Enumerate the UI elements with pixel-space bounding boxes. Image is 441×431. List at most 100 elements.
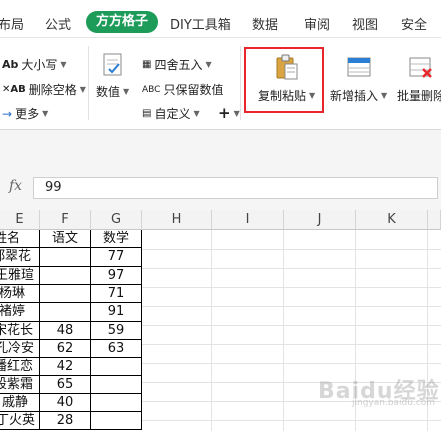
chevron-down-icon: ▼ — [205, 60, 212, 69]
formula-bar-area: fx 99 — [0, 130, 441, 210]
gridline — [142, 249, 441, 250]
gridline — [142, 287, 441, 288]
round-label: 四舍五入 — [154, 58, 203, 72]
column-header-g[interactable]: G — [91, 210, 142, 230]
chevron-down-icon: ▼ — [381, 91, 388, 100]
gridline — [142, 344, 441, 345]
tab-view[interactable]: 视图 — [352, 14, 378, 33]
column-header-i[interactable]: I — [212, 210, 284, 230]
cell-chinese[interactable]: 40 — [40, 393, 90, 412]
tab-formula[interactable]: 公式 — [45, 14, 71, 33]
menu-bar: 布局 公式 方方格子 DIY工具箱 数据 审阅 视图 安全 — [0, 0, 441, 38]
cell-name[interactable]: 孔冷安 — [0, 339, 39, 358]
round-icon: ▦ — [142, 58, 152, 70]
custom-icon: ▤ — [142, 107, 152, 119]
abc-icon: ABC — [142, 84, 161, 95]
column-header-next[interactable] — [428, 210, 441, 230]
cell-name[interactable]: 郑翠花 — [0, 247, 39, 266]
cell-math[interactable] — [91, 357, 141, 376]
custom-label: 自定义 — [154, 107, 191, 121]
column-header-k[interactable]: K — [356, 210, 428, 230]
cell-chinese[interactable]: 65 — [40, 375, 90, 394]
cell-math[interactable]: 71 — [91, 284, 141, 303]
cell-chinese[interactable]: 28 — [40, 411, 90, 430]
cell-name[interactable]: 潘红恋 — [0, 357, 39, 376]
cell-chinese[interactable]: 62 — [40, 339, 90, 358]
add-insert-button[interactable]: 新增插入 ▼ — [330, 54, 387, 104]
cell-math[interactable]: 59 — [91, 321, 141, 340]
ribbon-divider — [88, 46, 89, 120]
batch-delete-button[interactable]: 批量删除 — [397, 54, 441, 104]
batch-delete-label: 批量删除 — [397, 89, 441, 103]
remove-spaces-icon: ✕AB — [2, 83, 26, 95]
chevron-down-icon: ▼ — [193, 109, 200, 118]
cell-chinese[interactable]: 48 — [40, 321, 90, 340]
chevron-down-icon: ▼ — [233, 108, 240, 118]
cell-chinese-header[interactable]: 语文 — [40, 229, 90, 248]
keep-numeric-label: 只保留数值 — [163, 83, 224, 97]
cell-chinese[interactable] — [40, 302, 90, 321]
column-header-e[interactable]: E — [0, 210, 40, 230]
cell-name[interactable]: 段紫霜 — [0, 375, 39, 394]
cell-name[interactable]: 王雅瑄 — [0, 266, 39, 285]
insert-row-icon — [347, 57, 371, 77]
column-header-h[interactable]: H — [142, 210, 212, 230]
chevron-down-icon: ▼ — [42, 109, 49, 118]
more-button[interactable]: → 更多 ▼ — [2, 105, 48, 122]
cell-name[interactable]: 丁火英 — [0, 411, 39, 430]
tab-layout[interactable]: 布局 — [0, 14, 24, 33]
tab-review[interactable]: 审阅 — [304, 14, 330, 33]
gridline — [142, 306, 441, 307]
cell-math[interactable]: 97 — [91, 266, 141, 285]
cell-name[interactable]: 杨琳 — [0, 284, 39, 303]
fx-icon[interactable]: fx — [9, 178, 22, 194]
gridline — [142, 325, 441, 326]
uppercase-button[interactable]: Ab 大小写 ▼ — [2, 56, 67, 73]
cell-chinese[interactable]: 42 — [40, 357, 90, 376]
column-header-f[interactable]: F — [40, 210, 91, 230]
cell-math-header[interactable]: 数学 — [91, 229, 141, 248]
add-insert-label: 新增插入 — [330, 89, 379, 103]
cell-name[interactable]: 褚婷 — [0, 302, 39, 321]
numeric-icon — [103, 53, 122, 76]
tab-data[interactable]: 数据 — [252, 14, 278, 33]
highlight-frame — [244, 47, 324, 113]
cell-math[interactable]: 77 — [91, 247, 141, 266]
round-button[interactable]: ▦ 四舍五入 ▼ — [142, 56, 212, 73]
gridline — [142, 363, 441, 364]
more-label: 更多 — [15, 107, 40, 121]
cell-math[interactable] — [91, 375, 141, 394]
arrow-right-icon: → — [2, 106, 13, 121]
cell-math[interactable]: 63 — [91, 339, 141, 358]
baidu-watermark-url: jingyan.baidu.com — [352, 398, 436, 408]
custom-button[interactable]: ▤ 自定义 ▼ — [142, 105, 200, 122]
cell-chinese[interactable] — [40, 266, 90, 285]
cell-name-header[interactable]: 姓名 — [0, 229, 39, 248]
formula-input[interactable]: 99 — [33, 177, 438, 199]
keep-numeric-button[interactable]: ABC 只保留数值 — [142, 81, 223, 98]
cell-math[interactable] — [91, 393, 141, 412]
column-header-j[interactable]: J — [284, 210, 356, 230]
cell-name[interactable]: 戚静 — [0, 393, 39, 412]
cell-math[interactable]: 91 — [91, 302, 141, 321]
tab-security[interactable]: 安全 — [401, 14, 427, 33]
remove-spaces-label: 删除空格 — [28, 83, 77, 97]
add-button[interactable]: + ▼ — [218, 104, 240, 122]
delete-table-icon — [409, 57, 432, 78]
chevron-down-icon: ▼ — [60, 60, 67, 69]
cell-chinese[interactable] — [40, 284, 90, 303]
numeric-button[interactable]: 数值 ▼ — [96, 52, 129, 100]
chevron-down-icon: ▼ — [79, 85, 86, 94]
tab-fangfang-gezi[interactable]: 方方格子 — [86, 11, 159, 33]
ab-icon: Ab — [2, 57, 19, 71]
cell-name[interactable]: 宋花长 — [0, 321, 39, 340]
cell-math[interactable] — [91, 411, 141, 430]
gridline — [142, 420, 441, 421]
chevron-down-icon: ▼ — [123, 87, 130, 96]
plus-label: + — [218, 104, 231, 122]
table-border — [141, 230, 142, 429]
gridline — [142, 268, 441, 269]
cell-chinese[interactable] — [40, 247, 90, 266]
tab-diy-toolbox[interactable]: DIY工具箱 — [170, 14, 231, 33]
remove-spaces-button[interactable]: ✕AB 删除空格 ▼ — [2, 81, 86, 98]
